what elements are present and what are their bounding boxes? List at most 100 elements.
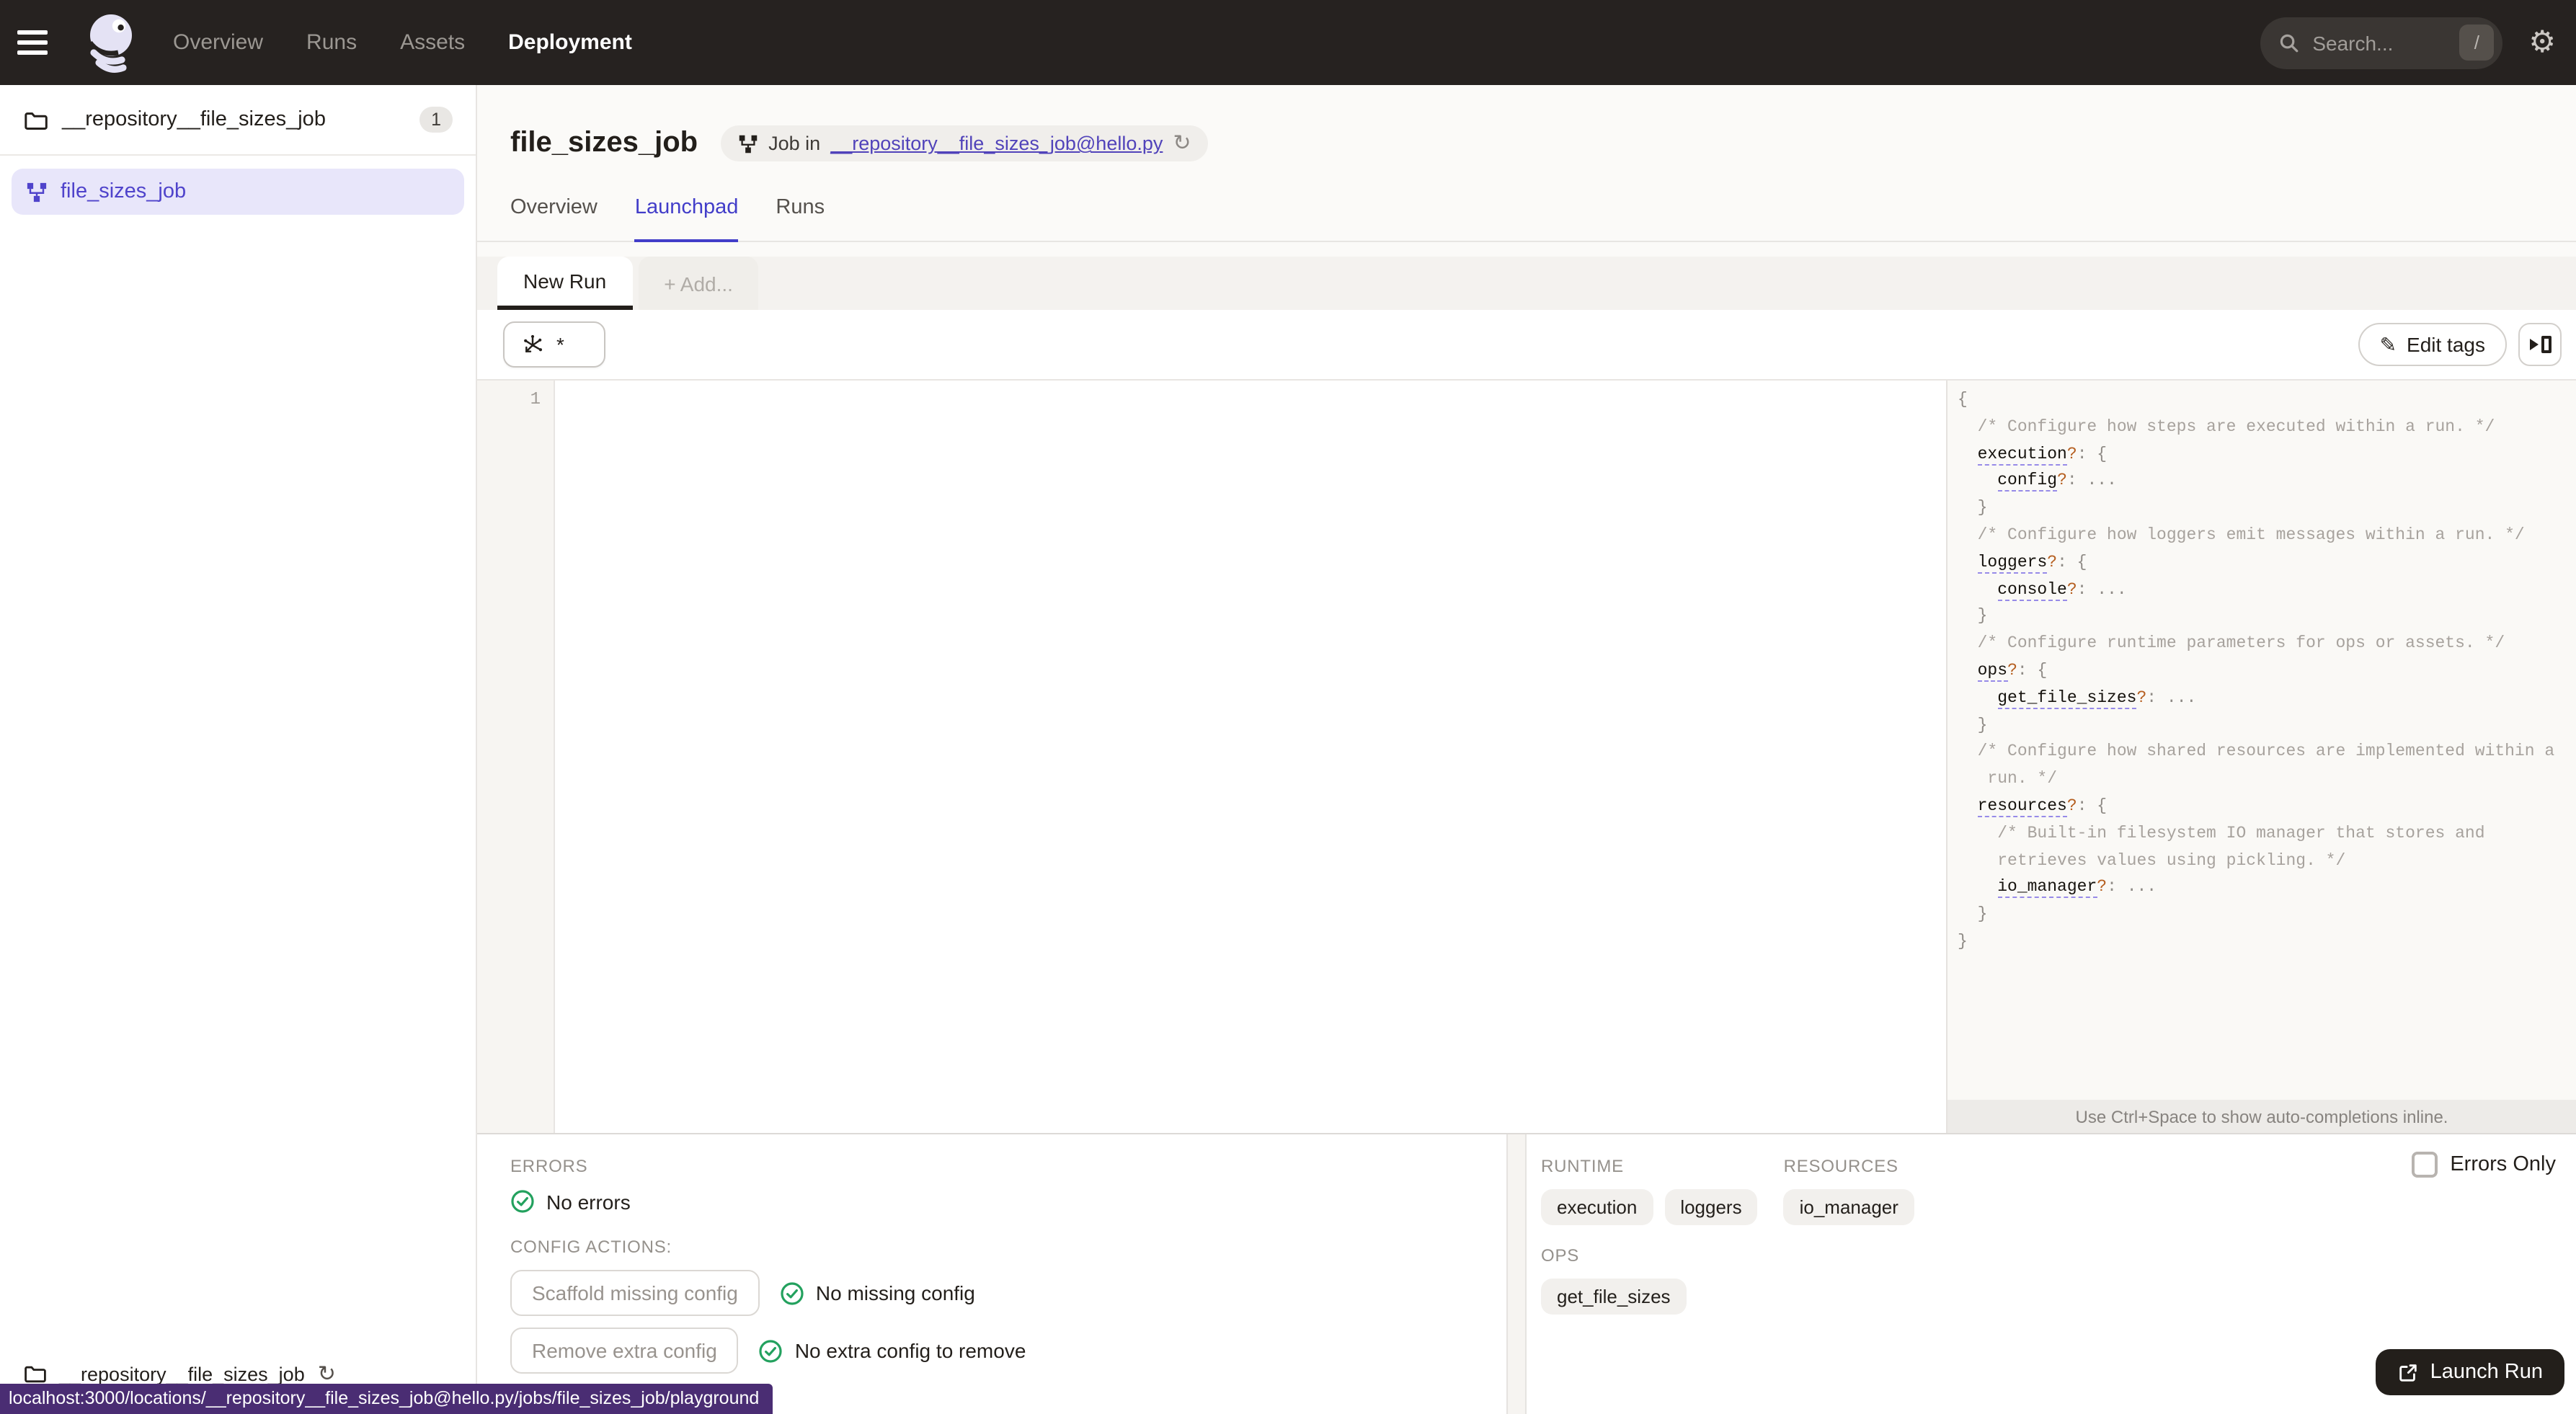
remove-status-text: No extra config to remove [794, 1339, 1026, 1362]
editor-gutter: 1 [477, 381, 555, 1133]
sidebar: __repository__file_sizes_job 1 file_size… [0, 85, 477, 1414]
reload-icon[interactable]: ↻ [318, 1363, 336, 1384]
code-line: execution?: { [1977, 445, 2108, 466]
config-schema-panel[interactable]: { /* Configure how steps are executed wi… [1946, 381, 2576, 1133]
remove-status: No extra config to remove [759, 1338, 1026, 1363]
errors-only-label: Errors Only [2450, 1153, 2556, 1176]
tag[interactable]: get_file_sizes [1541, 1279, 1687, 1315]
top-nav: Overview Runs Assets Deployment / ⚙ [0, 0, 2576, 85]
sidebar-repo-row[interactable]: __repository__file_sizes_job 1 [0, 85, 476, 156]
resources-tags: io_manager [1783, 1189, 1914, 1225]
code-line: retrieves values using pickling. */ [1958, 851, 2346, 871]
search-icon [2280, 33, 2299, 52]
tab-overview[interactable]: Overview [510, 193, 598, 242]
dagster-octopus-icon [88, 14, 132, 72]
code-line: /* Configure how shared resources are im… [1958, 742, 2555, 762]
code-line: get_file_sizes?: ... [1997, 688, 2197, 709]
check-circle-icon [780, 1281, 804, 1305]
tag[interactable]: execution [1541, 1189, 1653, 1225]
errors-only-control[interactable]: Errors Only [2411, 1152, 2556, 1178]
code-line: config?: ... [1997, 471, 2117, 492]
code-line: resources?: { [1977, 796, 2108, 817]
config-actions-heading: CONFIG ACTIONS: [510, 1237, 672, 1257]
code-line: loggers?: { [1977, 553, 2087, 574]
top-nav-links: Overview Runs Assets Deployment [173, 30, 632, 55]
session-tab-add[interactable]: + Add... [638, 257, 759, 310]
sidebar-job-label: file_sizes_job [61, 180, 187, 203]
runtime-column: RUNTIME execution loggers OPS get_file_si… [1541, 1156, 1758, 1335]
preview-columns: RUNTIME execution loggers OPS get_file_si… [1541, 1156, 2556, 1335]
autocomplete-hint: Use Ctrl+Space to show auto-completions … [1947, 1100, 2576, 1133]
job-context-prefix: Job in [768, 133, 821, 154]
nav-item-overview[interactable]: Overview [173, 30, 263, 55]
nav-item-runs[interactable]: Runs [306, 30, 357, 55]
gear-icon[interactable]: ⚙ [2528, 27, 2556, 58]
code-line: /* Configure how steps are executed with… [1958, 417, 2495, 437]
folder-icon [25, 112, 48, 129]
config-schema-code: { /* Configure how steps are executed wi… [1947, 381, 2576, 956]
job-graph-icon [739, 134, 758, 153]
repo-location-link[interactable]: __repository__file_sizes_job@hello.py [830, 133, 1163, 154]
code-line: } [1958, 499, 1988, 518]
config-editor[interactable] [555, 381, 1946, 1133]
errors-heading: ERRORS [510, 1156, 588, 1176]
pencil-icon: ✎ [2379, 333, 2397, 356]
ops-heading: OPS [1541, 1245, 1580, 1266]
search-shortcut-badge: / [2459, 25, 2495, 61]
search-box[interactable]: / [2260, 17, 2503, 68]
remove-extra-config-button[interactable]: Remove extra config [510, 1328, 739, 1374]
repo-count-badge: 1 [419, 107, 453, 133]
tag[interactable]: io_manager [1783, 1189, 1914, 1225]
code-line: /* Configure runtime parameters for ops … [1958, 634, 2505, 654]
panel-toggle-icon [2529, 339, 2538, 350]
resources-column: RESOURCES io_manager [1783, 1156, 1914, 1335]
launch-run-label: Launch Run [2430, 1361, 2543, 1384]
page-header: file_sizes_job Job in __repository__file… [477, 85, 2576, 193]
runtime-heading: RUNTIME [1541, 1156, 1624, 1176]
runtime-tags: execution loggers [1541, 1189, 1758, 1225]
op-selector-input[interactable]: * [503, 321, 606, 368]
job-graph-icon [27, 182, 47, 202]
edit-tags-button[interactable]: ✎ Edit tags [2358, 323, 2507, 366]
op-selector-graph-icon [524, 334, 543, 352]
scaffold-missing-config-button[interactable]: Scaffold missing config [510, 1270, 760, 1316]
code-line: } [1958, 607, 1988, 626]
link-preview-statusbar: localhost:3000/locations/__repository__f… [0, 1384, 773, 1414]
errors-section: ERRORS No errors CONFIG ACTIONS: Scaffol… [477, 1134, 1506, 1414]
top-nav-right: / ⚙ [2260, 17, 2556, 68]
panel-resizer-handle[interactable] [1506, 1134, 1527, 1414]
nav-item-assets[interactable]: Assets [400, 30, 465, 55]
dagster-logo[interactable] [78, 8, 144, 77]
launchpad-toolbar: * ✎ Edit tags [477, 310, 2576, 379]
code-line: run. */ [1958, 770, 2058, 789]
session-tab-new-run[interactable]: New Run [497, 257, 633, 310]
code-line: } [1958, 905, 1988, 925]
scaffold-status-text: No missing config [815, 1281, 975, 1304]
toggle-config-panel-button[interactable] [2518, 323, 2562, 366]
code-line: io_manager?: ... [1997, 878, 2157, 899]
app-window: Overview Runs Assets Deployment / ⚙ __re… [0, 0, 2576, 1414]
viewport: Overview Runs Assets Deployment / ⚙ __re… [0, 0, 2576, 1414]
resources-heading: RESOURCES [1783, 1156, 1898, 1176]
launch-icon [2399, 1364, 2417, 1381]
job-context-pill: Job in __repository__file_sizes_job@hell… [721, 125, 1209, 161]
errors-only-checkbox[interactable] [2411, 1152, 2438, 1178]
code-line: } [1958, 716, 1988, 735]
code-line: console?: ... [1997, 580, 2127, 601]
page-title: file_sizes_job [510, 127, 698, 159]
nav-item-deployment[interactable]: Deployment [508, 30, 632, 55]
errors-status-text: No errors [546, 1190, 631, 1213]
hamburger-menu-icon[interactable] [17, 18, 66, 67]
tag[interactable]: loggers [1664, 1189, 1758, 1225]
main-content: file_sizes_job Job in __repository__file… [477, 85, 2576, 1414]
tab-launchpad[interactable]: Launchpad [634, 193, 739, 242]
tab-runs[interactable]: Runs [776, 193, 825, 242]
sidebar-item-file-sizes-job[interactable]: file_sizes_job [12, 169, 464, 215]
check-circle-icon [759, 1338, 783, 1363]
reload-icon[interactable]: ↻ [1173, 133, 1191, 154]
search-input[interactable] [2312, 31, 2460, 54]
sidebar-footer-repo[interactable]: __repository__file_sizes_job ↻ [0, 1362, 476, 1385]
repo-name: __repository__file_sizes_job [62, 108, 326, 131]
line-number: 1 [530, 389, 541, 409]
launch-run-button[interactable]: Launch Run [2375, 1349, 2564, 1395]
